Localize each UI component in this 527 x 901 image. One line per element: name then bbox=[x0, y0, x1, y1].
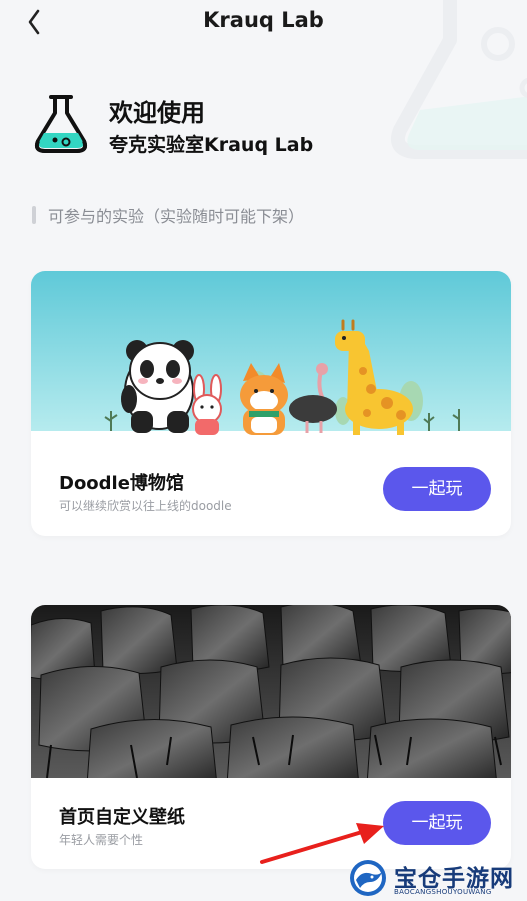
chairs-banner-image bbox=[31, 605, 511, 778]
experiment-desc: 可以继续欣赏以往上线的doodle bbox=[59, 499, 232, 513]
doodle-banner-image bbox=[31, 271, 511, 444]
section-label: 可参与的实验（实验随时可能下架） bbox=[48, 207, 305, 226]
experiment-name: Doodle博物馆 bbox=[59, 473, 184, 494]
watermark-logo-icon bbox=[350, 860, 386, 896]
play-button-doodle[interactable]: 一起玩 bbox=[383, 467, 491, 511]
welcome-subtitle: 夸克实验室Krauq Lab bbox=[109, 134, 314, 156]
experiment-name: 首页自定义壁纸 bbox=[59, 807, 185, 828]
background-flask-icon bbox=[390, 0, 527, 159]
welcome-title: 欢迎使用 bbox=[109, 99, 205, 127]
experiment-card-doodle[interactable]: Doodle博物馆 可以继续欣赏以往上线的doodle 一起玩 bbox=[31, 271, 511, 536]
watermark: 宝仓手游网 BAOCANGSHOUYOUWANG bbox=[348, 858, 524, 901]
section-bar bbox=[32, 206, 36, 224]
play-button-wallpaper[interactable]: 一起玩 bbox=[383, 801, 491, 845]
flask-icon bbox=[34, 95, 88, 153]
section-header: 可参与的实验（实验随时可能下架） bbox=[32, 203, 304, 227]
watermark-subtitle: BAOCANGSHOUYOUWANG bbox=[394, 888, 492, 896]
experiment-desc: 年轻人需要个性 bbox=[59, 833, 144, 847]
